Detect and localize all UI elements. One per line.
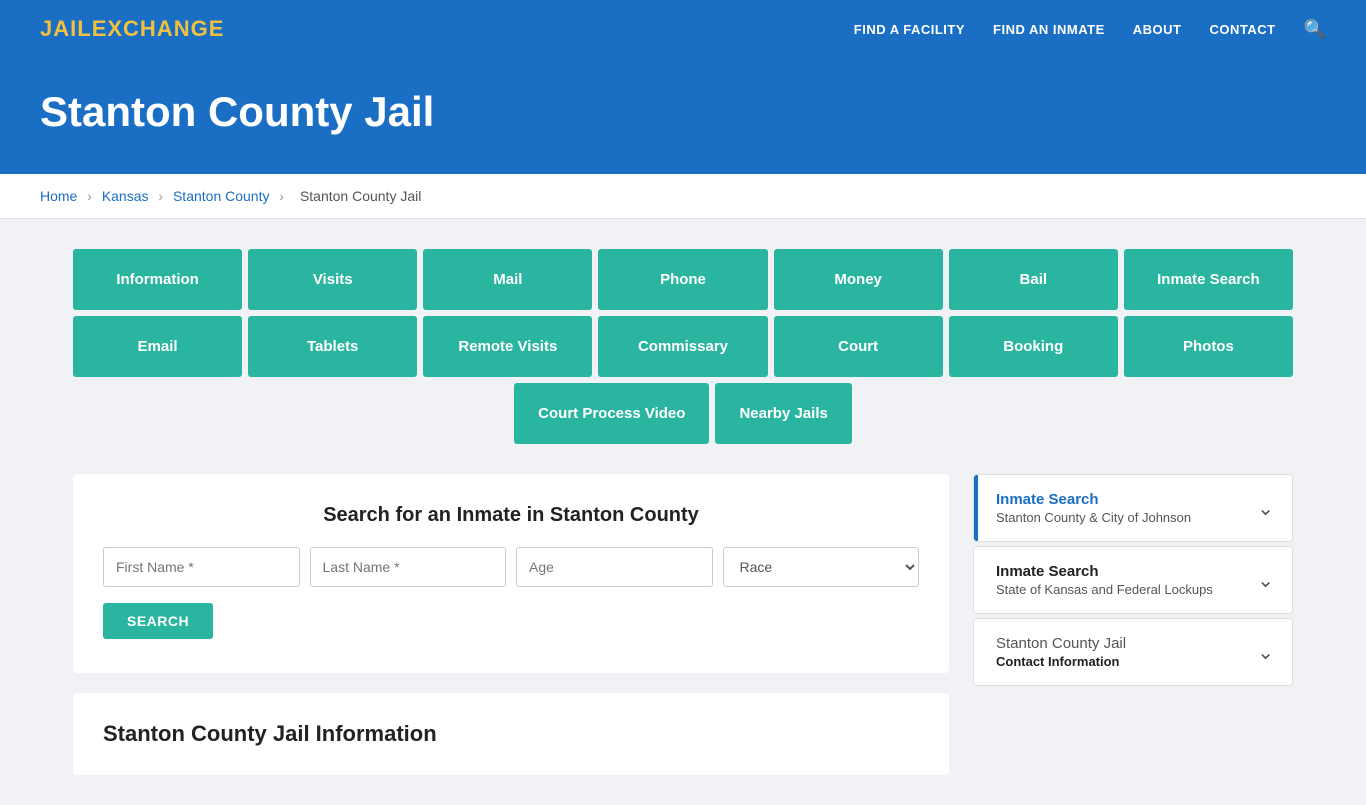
nav-contact[interactable]: CONTACT — [1209, 22, 1275, 37]
breadcrumb-sep-1: › — [87, 188, 92, 204]
btn-visits[interactable]: Visits — [248, 249, 417, 310]
breadcrumb-sep-3: › — [279, 188, 284, 204]
navbar: JAILEXCHANGE FIND A FACILITY FIND AN INM… — [0, 0, 1366, 58]
btn-money[interactable]: Money — [774, 249, 943, 310]
nav-find-facility[interactable]: FIND A FACILITY — [854, 22, 965, 37]
sidebar: Inmate Search Stanton County & City of J… — [973, 474, 1293, 775]
breadcrumb-kansas[interactable]: Kansas — [102, 188, 149, 204]
btn-court[interactable]: Court — [774, 316, 943, 377]
nav-links: FIND A FACILITY FIND AN INMATE ABOUT CON… — [854, 19, 1326, 40]
breadcrumb-stanton-county[interactable]: Stanton County — [173, 188, 270, 204]
sidebar-card-inmate-kansas: Inmate Search State of Kansas and Federa… — [973, 546, 1293, 614]
search-icon[interactable]: 🔍 — [1304, 19, 1326, 40]
info-title: Stanton County Jail Information — [103, 721, 919, 747]
sidebar-card-title-inmate-kansas: Inmate Search — [996, 563, 1213, 580]
sidebar-card-header-inmate-stanton[interactable]: Inmate Search Stanton County & City of J… — [974, 475, 1292, 541]
btn-remote-visits[interactable]: Remote Visits — [423, 316, 592, 377]
nav-about[interactable]: ABOUT — [1133, 22, 1182, 37]
search-fields: Race — [103, 547, 919, 587]
sidebar-card-contact: Stanton County Jail Contact Information … — [973, 618, 1293, 686]
first-name-input[interactable] — [103, 547, 300, 587]
breadcrumb-home[interactable]: Home — [40, 188, 77, 204]
chevron-down-icon-stanton: ⌄ — [1257, 496, 1274, 521]
sidebar-card-header-inmate-kansas[interactable]: Inmate Search State of Kansas and Federa… — [974, 547, 1292, 613]
btn-phone[interactable]: Phone — [598, 249, 767, 310]
logo[interactable]: JAILEXCHANGE — [40, 16, 224, 42]
lower-section: Search for an Inmate in Stanton County R… — [73, 474, 1293, 775]
search-panel: Search for an Inmate in Stanton County R… — [73, 474, 949, 673]
btn-photos[interactable]: Photos — [1124, 316, 1293, 377]
sidebar-card-inmate-stanton: Inmate Search Stanton County & City of J… — [973, 474, 1293, 542]
sidebar-card-subtitle-inmate-stanton: Stanton County & City of Johnson — [996, 510, 1191, 525]
btn-court-process-video[interactable]: Court Process Video — [514, 383, 709, 444]
btn-information[interactable]: Information — [73, 249, 242, 310]
btn-email[interactable]: Email — [73, 316, 242, 377]
breadcrumb-sep-2: › — [158, 188, 163, 204]
page-title: Stanton County Jail — [40, 88, 1326, 136]
btn-bail[interactable]: Bail — [949, 249, 1118, 310]
chevron-down-icon-contact: ⌄ — [1257, 640, 1274, 665]
main-container: Information Visits Mail Phone Money Bail… — [33, 219, 1333, 805]
btn-nearby-jails[interactable]: Nearby Jails — [715, 383, 851, 444]
info-section: Stanton County Jail Information — [73, 693, 949, 775]
sidebar-card-title-contact: Stanton County Jail — [996, 635, 1126, 652]
sidebar-card-title-inmate-stanton: Inmate Search — [996, 491, 1191, 508]
btn-inmate-search[interactable]: Inmate Search — [1124, 249, 1293, 310]
breadcrumb: Home › Kansas › Stanton County › Stanton… — [0, 174, 1366, 219]
sidebar-card-header-contact[interactable]: Stanton County Jail Contact Information … — [974, 619, 1292, 685]
btn-commissary[interactable]: Commissary — [598, 316, 767, 377]
button-grid-row3: Court Process Video Nearby Jails — [73, 383, 1293, 444]
age-input[interactable] — [516, 547, 713, 587]
btn-booking[interactable]: Booking — [949, 316, 1118, 377]
race-select[interactable]: Race — [723, 547, 920, 587]
search-title: Search for an Inmate in Stanton County — [103, 504, 919, 527]
button-grid-row2: Email Tablets Remote Visits Commissary C… — [73, 316, 1293, 377]
sidebar-card-subtitle-contact: Contact Information — [996, 654, 1126, 669]
hero-section: Stanton County Jail — [0, 58, 1366, 174]
btn-tablets[interactable]: Tablets — [248, 316, 417, 377]
nav-find-inmate[interactable]: FIND AN INMATE — [993, 22, 1105, 37]
chevron-down-icon-kansas: ⌄ — [1257, 568, 1274, 593]
breadcrumb-current: Stanton County Jail — [300, 188, 421, 204]
search-button[interactable]: SEARCH — [103, 603, 213, 639]
button-grid-row1: Information Visits Mail Phone Money Bail… — [73, 249, 1293, 310]
btn-mail[interactable]: Mail — [423, 249, 592, 310]
last-name-input[interactable] — [310, 547, 507, 587]
logo-exchange: EXCHANGE — [92, 16, 225, 41]
logo-jail: JAIL — [40, 16, 92, 41]
sidebar-card-subtitle-inmate-kansas: State of Kansas and Federal Lockups — [996, 582, 1213, 597]
